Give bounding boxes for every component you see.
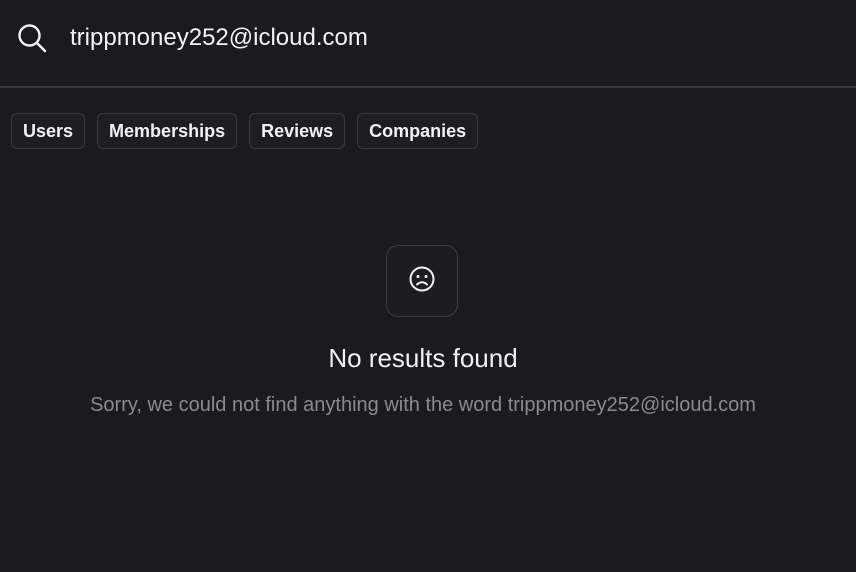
sad-face-icon — [408, 265, 436, 298]
tab-memberships-label: Memberships — [109, 120, 226, 141]
tab-users-label: Users — [23, 120, 74, 141]
search-category-tabs: Users Memberships Reviews Companies — [11, 113, 479, 149]
tab-companies[interactable]: Companies — [357, 113, 479, 149]
search-bar — [0, 0, 856, 88]
search-input[interactable] — [70, 18, 830, 58]
tab-reviews[interactable]: Reviews — [249, 113, 346, 149]
tab-memberships[interactable]: Memberships — [97, 113, 238, 149]
empty-state-title: No results found — [328, 343, 518, 373]
search-icon[interactable] — [16, 22, 48, 54]
tab-reviews-label: Reviews — [261, 120, 334, 141]
tab-companies-label: Companies — [369, 120, 467, 141]
empty-state-icon-box — [386, 245, 458, 317]
tab-users[interactable]: Users — [11, 113, 86, 149]
empty-state-message: Sorry, we could not find anything with t… — [90, 394, 756, 416]
